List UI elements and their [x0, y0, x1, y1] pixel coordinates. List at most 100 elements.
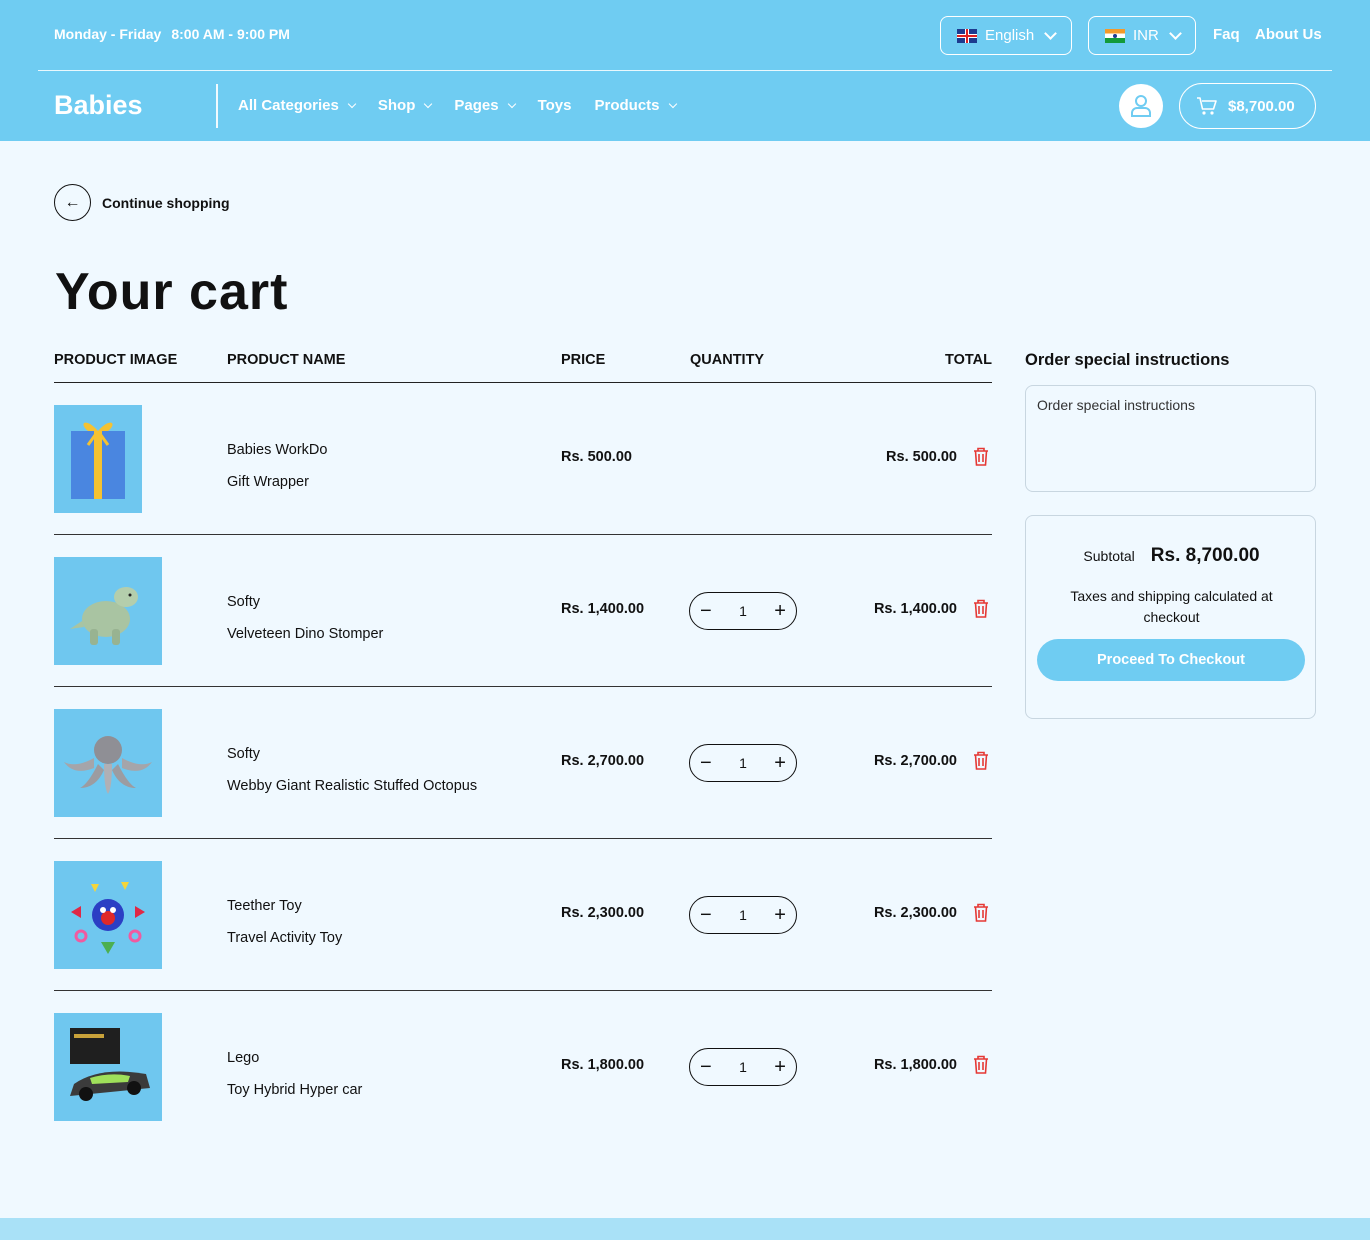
business-hours: Monday - Friday 8:00 AM - 9:00 PM — [54, 26, 290, 42]
product-image[interactable] — [54, 861, 162, 969]
account-button[interactable] — [1119, 84, 1163, 128]
product-price: Rs. 1,800.00 — [561, 1057, 645, 1073]
cart-row: Softy Velveteen Dino Stomper Rs. 1,400.0… — [54, 535, 992, 687]
hours-days: Monday - Friday — [54, 26, 162, 42]
instructions-heading: Order special instructions — [1025, 351, 1230, 369]
quantity-stepper: − 1 + — [689, 744, 797, 782]
product-price: Rs. 2,700.00 — [561, 753, 645, 769]
quantity-stepper: − 1 + — [689, 592, 797, 630]
product-title: Toy Hybrid Hyper car — [227, 1082, 363, 1098]
main-nav: Babies All Categories Shop Pages Toys Pr… — [38, 72, 1332, 141]
product-image[interactable] — [54, 709, 162, 817]
site-logo[interactable]: Babies — [54, 90, 143, 121]
column-header-quantity: QUANTITY — [690, 352, 765, 368]
about-us-link[interactable]: About Us — [1255, 26, 1322, 43]
product-brand: Softy — [227, 746, 261, 762]
continue-shopping-link[interactable]: ← Continue shopping — [54, 184, 230, 221]
quantity-value[interactable]: 1 — [739, 907, 747, 923]
arrow-left-icon: ← — [54, 184, 91, 221]
column-header-image: PRODUCT IMAGE — [54, 352, 178, 368]
language-selector[interactable]: English — [940, 16, 1072, 55]
column-header-name: PRODUCT NAME — [227, 352, 346, 368]
cart-row: Babies WorkDo Gift Wrapper Rs. 500.00 Rs… — [54, 383, 992, 535]
product-image[interactable] — [54, 405, 142, 513]
nav-item-toys[interactable]: Toys — [538, 97, 572, 114]
product-price: Rs. 500.00 — [561, 449, 632, 465]
product-image[interactable] — [54, 1013, 162, 1121]
chevron-down-icon — [424, 99, 433, 108]
product-name[interactable]: Babies WorkDo Gift Wrapper — [227, 434, 327, 498]
plus-button[interactable]: + — [774, 753, 786, 773]
cart-row: Teether Toy Travel Activity Toy Rs. 2,30… — [54, 839, 992, 991]
order-instructions-input[interactable]: Order special instructions — [1025, 385, 1316, 492]
cart-total: $8,700.00 — [1228, 97, 1295, 115]
chevron-down-icon — [668, 99, 677, 108]
product-brand: Softy — [227, 594, 261, 610]
india-flag-icon — [1105, 28, 1125, 43]
user-icon — [1131, 95, 1151, 117]
nav-item-label: Products — [594, 97, 660, 114]
activity-toy-icon — [71, 882, 145, 954]
quantity-value[interactable]: 1 — [739, 755, 747, 771]
gift-box-icon — [71, 422, 125, 499]
cart-row: Softy Webby Giant Realistic Stuffed Octo… — [54, 687, 992, 839]
cart-button[interactable]: $8,700.00 — [1179, 83, 1316, 129]
quantity-value[interactable]: 1 — [739, 603, 747, 619]
product-price: Rs. 2,300.00 — [561, 905, 645, 921]
minus-button[interactable]: − — [700, 601, 712, 621]
nav-divider — [216, 84, 218, 128]
line-total: Rs. 2,300.00 — [873, 905, 957, 921]
cart-icon — [1197, 97, 1217, 115]
product-image[interactable] — [54, 557, 162, 665]
product-name[interactable]: Teether Toy Travel Activity Toy — [227, 890, 342, 954]
nav-item-products[interactable]: Products — [594, 97, 677, 114]
plus-button[interactable]: + — [774, 905, 786, 925]
plus-button[interactable]: + — [774, 1057, 786, 1077]
product-brand: Babies WorkDo — [227, 442, 328, 458]
product-title: Travel Activity Toy — [227, 930, 343, 946]
nav-item-all-categories[interactable]: All Categories — [238, 97, 357, 114]
subtotal-label: Subtotal — [1083, 548, 1135, 564]
top-bar: Monday - Friday 8:00 AM - 9:00 PM English… — [38, 0, 1332, 71]
minus-button[interactable]: − — [700, 753, 712, 773]
subtotal-row: Subtotal Rs. 8,700.00 — [1026, 545, 1317, 567]
plus-button[interactable]: + — [774, 601, 786, 621]
quantity-stepper: − 1 + — [689, 896, 797, 934]
currency-selector[interactable]: INR — [1088, 16, 1196, 55]
column-header-total: TOTAL — [945, 352, 992, 368]
currency-label: INR — [1133, 27, 1159, 44]
chevron-down-icon — [1044, 27, 1058, 40]
product-name[interactable]: Softy Velveteen Dino Stomper — [227, 586, 383, 650]
nav-item-pages[interactable]: Pages — [454, 97, 516, 114]
remove-item-button[interactable] — [973, 447, 989, 471]
quantity-stepper: − 1 + — [689, 1048, 797, 1086]
footer-strip — [0, 1218, 1370, 1240]
subtotal-value: Rs. 8,700.00 — [1150, 545, 1260, 566]
line-total: Rs. 1,400.00 — [873, 601, 957, 617]
checkout-button[interactable]: Proceed To Checkout — [1037, 639, 1305, 681]
faq-link[interactable]: Faq — [1213, 26, 1240, 43]
order-summary: Subtotal Rs. 8,700.00 Taxes and shipping… — [1025, 515, 1316, 719]
column-header-price: PRICE — [561, 352, 606, 368]
language-label: English — [985, 27, 1035, 44]
uk-flag-icon — [957, 28, 977, 43]
product-name[interactable]: Softy Webby Giant Realistic Stuffed Octo… — [227, 738, 477, 802]
nav-item-label: Toys — [537, 97, 572, 114]
nav-item-shop[interactable]: Shop — [378, 97, 433, 114]
chevron-down-icon — [347, 99, 357, 108]
remove-item-button[interactable] — [973, 599, 989, 623]
minus-button[interactable]: − — [700, 905, 712, 925]
product-title: Webby Giant Realistic Stuffed Octopus — [227, 778, 478, 794]
remove-item-button[interactable] — [973, 903, 989, 927]
remove-item-button[interactable] — [973, 751, 989, 775]
minus-button[interactable]: − — [700, 1057, 712, 1077]
product-name[interactable]: Lego Toy Hybrid Hyper car — [227, 1042, 362, 1106]
line-total: Rs. 2,700.00 — [873, 753, 957, 769]
trash-icon — [974, 1055, 988, 1074]
site-header: Monday - Friday 8:00 AM - 9:00 PM English… — [0, 0, 1370, 141]
remove-item-button[interactable] — [973, 1055, 989, 1079]
cart-items: Babies WorkDo Gift Wrapper Rs. 500.00 Rs… — [54, 383, 992, 1143]
quantity-value[interactable]: 1 — [739, 1059, 747, 1075]
product-brand: Teether Toy — [227, 898, 302, 914]
continue-shopping-label: Continue shopping — [102, 194, 230, 211]
